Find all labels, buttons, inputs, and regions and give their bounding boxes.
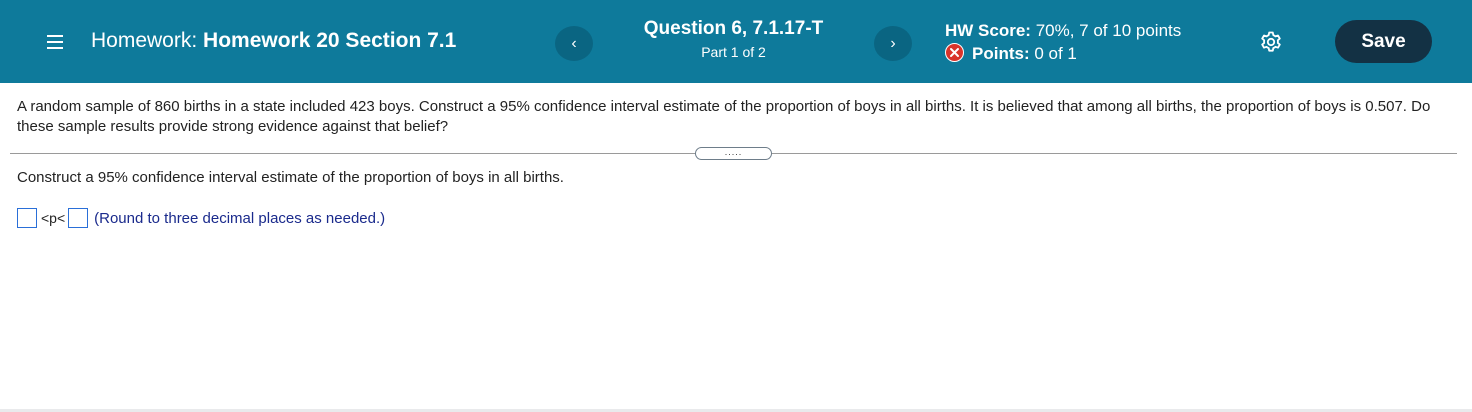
expand-question-button[interactable]: ..... [695,147,772,160]
upper-bound-input[interactable] [68,208,89,228]
question-text: A random sample of 860 births in a state… [17,98,1431,135]
homework-title: Homework: Homework 20 Section 7.1 [91,29,456,53]
page: Homework: Homework 20 Section 7.1 ‹ Ques… [0,0,1472,412]
header-bar: Homework: Homework 20 Section 7.1 ‹ Ques… [0,0,1472,83]
points: Points: 0 of 1 [945,43,1077,64]
part-instruction: Construct a 95% confidence interval esti… [17,169,564,186]
part-label: Part 1 of 2 [701,44,766,60]
hw-score: HW Score: 70%, 7 of 10 points [945,21,1181,41]
previous-question-button[interactable]: ‹ [555,26,593,61]
next-question-button[interactable]: › [874,26,912,61]
hw-score-value: 70%, 7 of 10 points [1035,21,1182,40]
homework-name: Homework 20 Section 7.1 [203,29,457,52]
points-label: Points: [972,44,1030,63]
homework-prefix: Homework: [91,29,198,52]
question-title: Question 6, 7.1.17-T [643,18,824,39]
x-circle-icon [945,43,964,62]
round-note: (Round to three decimal places as needed… [94,209,386,227]
points-value: 0 of 1 [1034,44,1077,63]
lower-bound-input[interactable] [17,208,37,228]
inequality-label: <p< [41,210,66,226]
hw-score-label: HW Score: [945,21,1031,40]
gear-icon[interactable] [1260,31,1282,53]
menu-icon[interactable] [47,35,63,49]
answer-row: <p< (Round to three decimal places as ne… [17,206,385,230]
save-button[interactable]: Save [1335,20,1432,63]
